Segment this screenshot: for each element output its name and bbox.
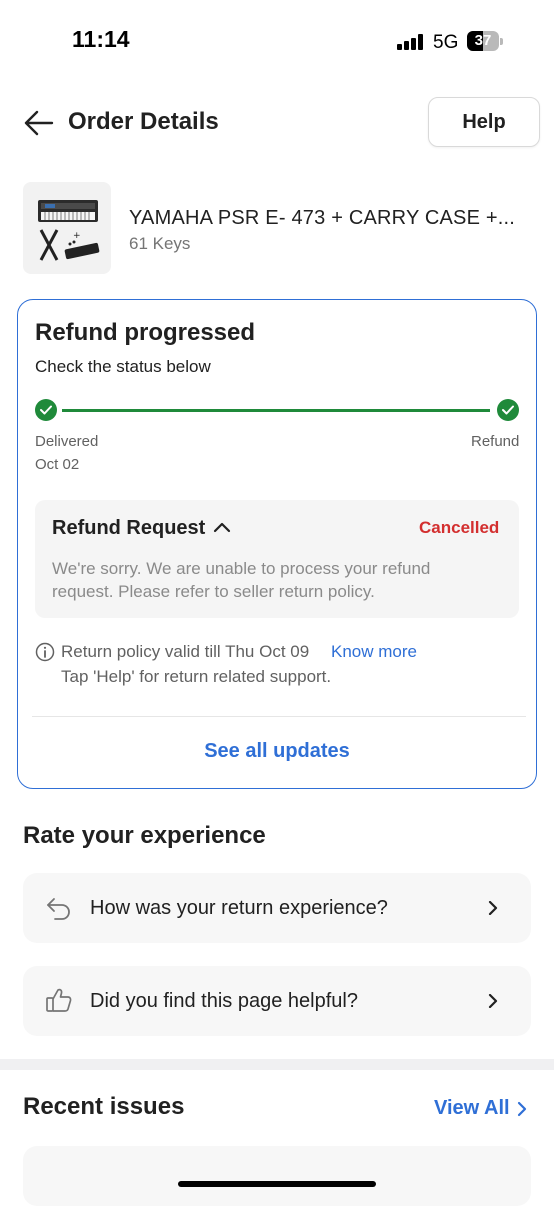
- refund-card-title: Refund progressed: [35, 319, 256, 346]
- status-time: 11:14: [72, 26, 130, 52]
- chevron-right-icon[interactable]: [515, 1101, 529, 1117]
- product-name[interactable]: YAMAHA PSR E- 473 + CARRY CASE +...: [129, 207, 515, 230]
- product-thumbnail[interactable]: +: [23, 182, 111, 274]
- section-separator: [0, 1059, 554, 1070]
- svg-text:+: +: [73, 231, 81, 241]
- know-more-link[interactable]: Know more: [331, 642, 417, 662]
- check-icon: [497, 399, 519, 421]
- chevron-right-icon: [488, 994, 498, 1008]
- product-variant: 61 Keys: [129, 234, 191, 253]
- chevron-up-icon[interactable]: [212, 519, 232, 535]
- step-refund-label: Refund: [471, 433, 520, 450]
- divider: [32, 716, 526, 717]
- see-all-updates-button[interactable]: See all updates: [17, 740, 537, 763]
- refund-request-message: We're sorry. We are unable to process yo…: [52, 559, 431, 601]
- refund-card-subtitle: Check the status below: [35, 357, 211, 376]
- status-badge: Cancelled: [419, 518, 500, 537]
- signal-icon: [397, 34, 423, 50]
- recent-issue-card[interactable]: [23, 1146, 531, 1206]
- refund-request-title[interactable]: Refund Request: [52, 517, 205, 540]
- home-indicator[interactable]: [178, 1181, 376, 1187]
- thumbs-up-icon: [46, 988, 72, 1012]
- step-delivered-label: Delivered: [35, 433, 99, 450]
- network-type: 5G: [433, 32, 459, 53]
- battery-level: 37: [474, 32, 492, 49]
- keyboard-product-image: +: [38, 200, 100, 261]
- help-hint-text: Tap 'Help' for return related support.: [61, 667, 332, 686]
- view-all-link[interactable]: View All: [434, 1097, 510, 1120]
- check-icon: [35, 399, 57, 421]
- progress-track: [62, 409, 490, 412]
- return-arrow-icon: [47, 898, 70, 920]
- step-delivered-date: Oct 02: [35, 456, 80, 473]
- rate-section-title: Rate your experience: [23, 822, 266, 849]
- battery-icon: 37: [467, 31, 505, 53]
- help-button[interactable]: Help: [428, 97, 540, 147]
- rate-item-label: Did you find this page helpful?: [90, 990, 358, 1012]
- recent-issues-title: Recent issues: [23, 1093, 185, 1120]
- rate-item-label: How was your return experience?: [90, 897, 388, 919]
- arrow-left-icon[interactable]: [22, 106, 56, 140]
- info-icon: [35, 642, 55, 662]
- return-policy-text: Return policy valid till Thu Oct 09: [61, 642, 310, 661]
- return-experience-row[interactable]: How was your return experience?: [23, 873, 531, 943]
- page-title: Order Details: [68, 108, 219, 135]
- page-helpful-row[interactable]: Did you find this page helpful?: [23, 966, 531, 1036]
- chevron-right-icon: [488, 901, 498, 915]
